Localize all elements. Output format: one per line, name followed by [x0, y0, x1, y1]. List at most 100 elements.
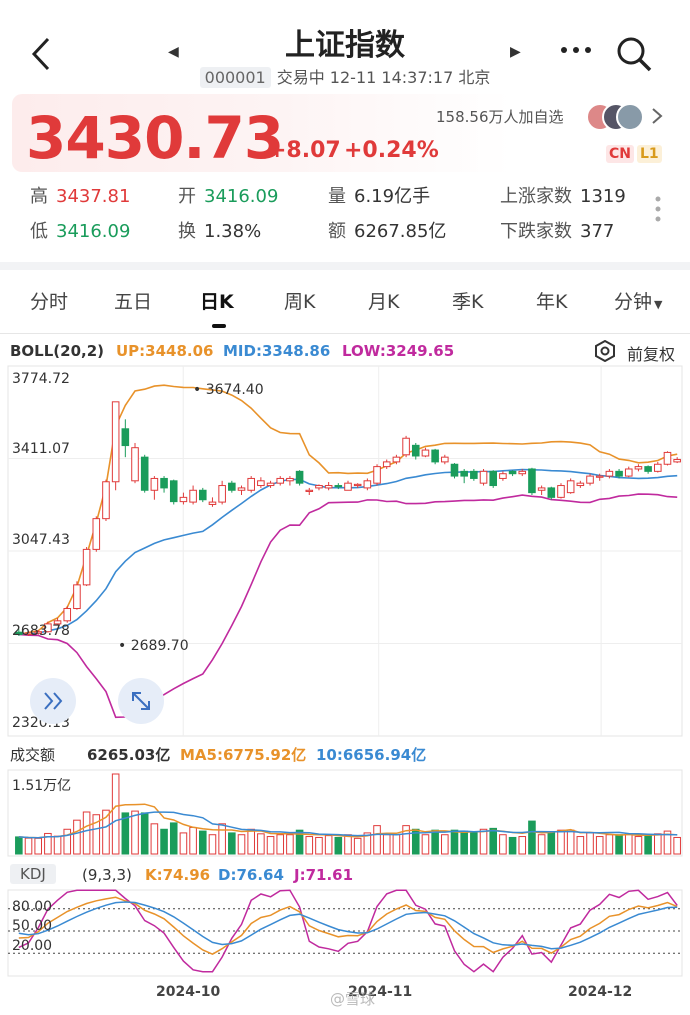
candle-body	[537, 487, 546, 491]
volume-bar	[257, 833, 265, 855]
followers-count[interactable]: 158.56万人加自选	[436, 106, 564, 127]
candle-body	[518, 470, 527, 475]
candle-body	[576, 482, 585, 487]
candle-body	[295, 470, 304, 484]
follower-avatars[interactable]	[586, 101, 646, 137]
kdj-k: K:74.96	[145, 866, 211, 884]
volume-bar	[615, 834, 623, 855]
volume-bar	[595, 836, 604, 855]
volume-bar	[305, 836, 314, 855]
volume-bar	[634, 836, 643, 855]
stat-up-count: 上涨家数 1319	[500, 186, 626, 207]
kdj-params: (9,3,3)	[82, 866, 132, 884]
volume-bar	[489, 827, 498, 855]
tab-monthly-k[interactable]: 月K	[368, 287, 399, 314]
stat-volume: 量 6.19亿手	[328, 186, 431, 207]
current-price: 3430.73	[26, 104, 284, 172]
volume-bar	[586, 832, 594, 855]
volume-bar	[576, 836, 585, 855]
tab-yearly-k[interactable]: 年K	[536, 287, 567, 314]
candle-body	[334, 485, 343, 488]
candle-body	[382, 461, 391, 468]
kdj-chart[interactable]	[0, 888, 690, 978]
candle-body	[111, 401, 120, 483]
volume-bar	[73, 819, 81, 855]
volume-bar	[324, 835, 333, 855]
stat-open: 开 3416.09	[178, 186, 279, 207]
volume-bar	[654, 833, 662, 855]
volume-bar	[450, 829, 459, 855]
volume-value: 6265.03亿	[87, 746, 171, 764]
candle-body	[508, 470, 517, 475]
volume-bar	[557, 829, 565, 855]
tab-quarterly-k[interactable]: 季K	[452, 287, 483, 314]
kdj-level-label: 80.00	[12, 899, 53, 915]
tab-daily-k[interactable]: 日K	[200, 287, 234, 314]
tab-five-day[interactable]: 五日	[114, 287, 152, 314]
next-stock-icon[interactable]: ▶	[510, 44, 521, 60]
stat-down-count: 下跌家数 377	[500, 221, 615, 242]
volume-bar	[82, 811, 91, 855]
volume-bar	[63, 828, 72, 855]
tab-intraday[interactable]: 分时	[30, 287, 68, 314]
settings-icon[interactable]	[594, 339, 616, 366]
candle-body	[208, 501, 217, 505]
volume-bar	[189, 826, 197, 855]
candle-body	[198, 489, 207, 501]
volume-bar	[344, 834, 352, 855]
candle-body	[470, 470, 478, 479]
y-axis-label: 3774.72	[12, 371, 70, 387]
candle-body	[663, 451, 672, 465]
volume-ma10: 10:6656.94亿	[316, 746, 427, 764]
candle-body	[441, 456, 449, 463]
candle-body	[140, 456, 149, 491]
volume-bar	[508, 836, 517, 855]
candle-body	[557, 485, 565, 498]
candle-body	[266, 482, 275, 487]
candle-body	[392, 456, 401, 463]
stock-status-line: 000001 交易中 12-11 14:37:17 北京	[0, 64, 690, 88]
kdj-d: D:76.64	[218, 866, 284, 884]
y-axis-label: 3047.43	[12, 532, 70, 548]
expand-icon	[132, 692, 150, 710]
price-change-percent: +0.24%	[344, 138, 439, 163]
market-badge-cn: CN	[606, 145, 634, 163]
candle-body	[315, 485, 323, 489]
candle-body	[615, 470, 623, 477]
candle-body	[237, 487, 246, 491]
volume-bar	[537, 834, 546, 855]
fast-forward-button[interactable]	[30, 678, 76, 724]
volume-ma5: MA5:6775.92亿	[180, 746, 307, 764]
volume-bar	[160, 828, 168, 855]
candle-body	[460, 470, 468, 477]
volume-bar	[392, 834, 401, 855]
tab-weekly-k[interactable]: 周K	[284, 287, 315, 314]
candle-body	[634, 466, 643, 470]
double-chevron-right-icon	[44, 692, 63, 710]
kline-chart[interactable]	[0, 364, 690, 739]
volume-max-label: 1.51万亿	[12, 778, 72, 794]
volume-chart[interactable]	[0, 768, 690, 858]
volume-bar	[605, 834, 614, 855]
tab-minute[interactable]: 分钟 ▼	[614, 287, 662, 314]
x-axis-date: 2024-10	[156, 984, 221, 1000]
volume-bar	[421, 834, 430, 855]
chevron-right-icon[interactable]	[650, 106, 664, 130]
level-badge-l1: L1	[637, 145, 662, 163]
volume-bar	[169, 822, 178, 855]
volume-bar	[150, 823, 159, 855]
adjust-mode[interactable]: 前复权	[627, 341, 675, 365]
kdj-level-label: 50.00	[12, 918, 53, 934]
kdj-k-line	[18, 896, 678, 956]
kdj-name[interactable]: KDJ	[10, 864, 56, 884]
volume-bar	[441, 834, 449, 855]
fullscreen-button[interactable]	[118, 678, 164, 724]
candle-body	[373, 466, 381, 484]
candle-body	[644, 466, 652, 472]
candle-body	[479, 470, 488, 484]
boll-mid-line	[18, 468, 678, 636]
expand-stats-icon[interactable]	[654, 195, 662, 229]
max-price-label: • 3674.40	[193, 382, 264, 398]
candle-body	[421, 449, 430, 457]
x-axis-date: 2024-12	[568, 984, 633, 1000]
